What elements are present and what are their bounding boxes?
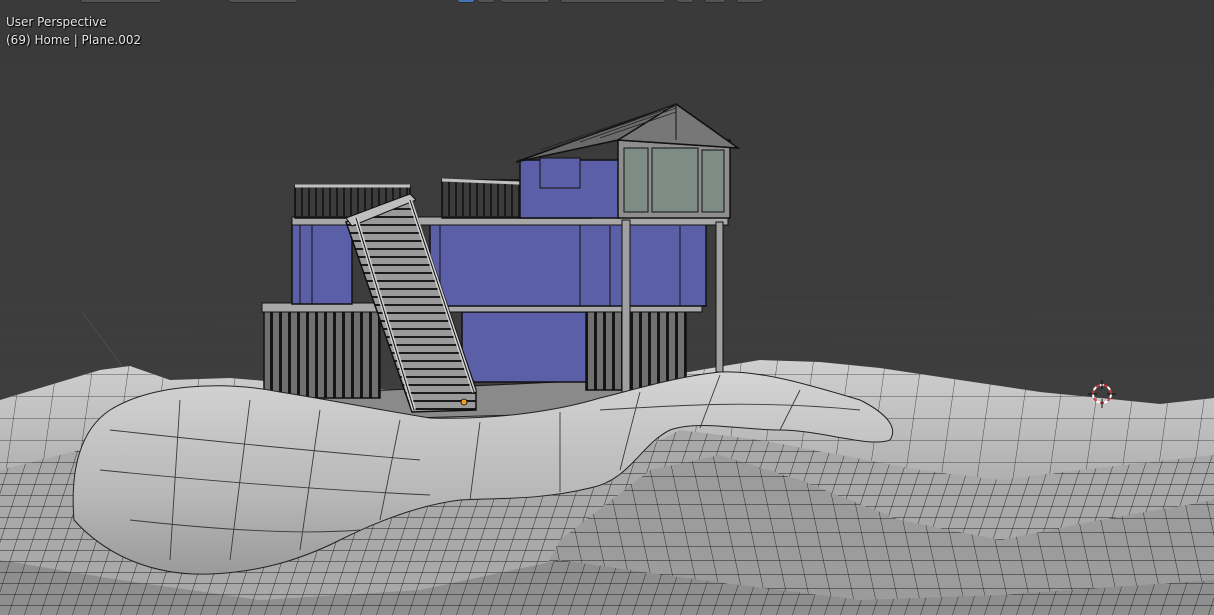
3d-viewport[interactable]: User Perspective (69) Home | Plane.002	[0, 0, 1214, 615]
scene-render	[0, 103, 1214, 615]
origin-point-icon	[460, 398, 468, 406]
viewport-view-name: User Perspective	[6, 15, 107, 29]
viewport-object-info: (69) Home | Plane.002	[6, 33, 142, 47]
house-model	[261, 103, 741, 413]
